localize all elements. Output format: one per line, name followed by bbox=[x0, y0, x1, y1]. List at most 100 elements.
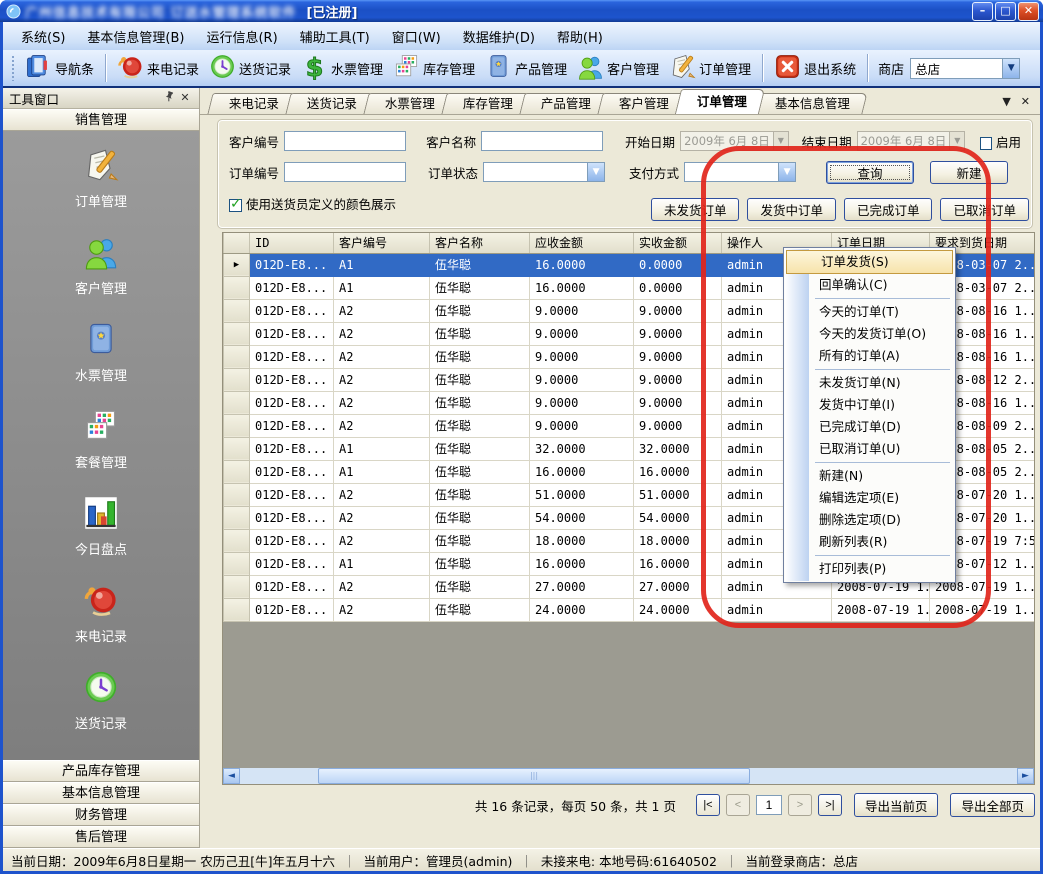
prev-page-button[interactable]: < bbox=[726, 794, 750, 816]
tab-送货记录[interactable]: 送货记录 bbox=[285, 93, 374, 114]
toolbar-separator bbox=[867, 54, 868, 82]
menu-item-0[interactable]: 系统(S) bbox=[11, 24, 75, 49]
tab-close-icon[interactable]: ✕ bbox=[1021, 95, 1030, 108]
column-header-ID[interactable]: ID bbox=[250, 233, 334, 253]
enable-checkbox[interactable] bbox=[980, 137, 992, 150]
filter-button-已完成订单[interactable]: 已完成订单 bbox=[844, 198, 933, 221]
sidebar-item-套餐管理[interactable]: 套餐管理 bbox=[3, 408, 199, 471]
context-menu-item-删除选定项(D)[interactable]: 删除选定项(D) bbox=[785, 509, 954, 531]
sidebar-item-今日盘点[interactable]: 今日盘点 bbox=[3, 495, 199, 558]
toolbar-button-退出系统[interactable]: 退出系统 bbox=[769, 51, 861, 86]
order-no-input[interactable] bbox=[284, 162, 406, 182]
first-page-button[interactable]: |< bbox=[696, 794, 720, 816]
query-button[interactable]: 查询 bbox=[826, 161, 914, 184]
next-page-button[interactable]: > bbox=[788, 794, 812, 816]
end-date-picker[interactable]: 2009年 6月 8日 ▼ bbox=[857, 131, 966, 151]
context-menu-item-新建(N)[interactable]: 新建(N) bbox=[785, 465, 954, 487]
new-button[interactable]: 新建 bbox=[930, 161, 1008, 184]
column-header-应收金额[interactable]: 应收金额 bbox=[530, 233, 634, 253]
toolbar-button-来电记录[interactable]: 来电记录 bbox=[112, 51, 204, 86]
close-button[interactable]: ✕ bbox=[1018, 2, 1039, 21]
customer-name-input[interactable] bbox=[481, 131, 603, 151]
sidebar-group-财务管理[interactable]: 财务管理 bbox=[3, 804, 199, 826]
start-date-picker[interactable]: 2009年 6月 8日 ▼ bbox=[680, 131, 789, 151]
context-menu-item-发货中订单(I)[interactable]: 发货中订单(I) bbox=[785, 394, 954, 416]
sidebar-item-label: 送货记录 bbox=[75, 713, 127, 732]
pin-icon[interactable] bbox=[161, 91, 177, 106]
sidebar-group-基本信息管理[interactable]: 基本信息管理 bbox=[3, 782, 199, 804]
toolbar-button-库存管理[interactable]: 库存管理 bbox=[388, 51, 480, 86]
context-menu-item-订单发货(S)[interactable]: 订单发货(S) bbox=[786, 250, 953, 274]
sidebar-item-订单管理[interactable]: 订单管理 bbox=[3, 147, 199, 210]
column-header-实收金额[interactable]: 实收金额 bbox=[634, 233, 722, 253]
customer-no-input[interactable] bbox=[284, 131, 406, 151]
sidebar-group-sales[interactable]: 销售管理 bbox=[3, 109, 199, 131]
tab-客户管理[interactable]: 客户管理 bbox=[597, 93, 686, 114]
context-menu-item-已完成订单(D)[interactable]: 已完成订单(D) bbox=[785, 416, 954, 438]
horizontal-scrollbar[interactable]: ◄ ► bbox=[223, 768, 1034, 784]
close-icon[interactable]: ✕ bbox=[177, 91, 193, 106]
cell-order_date: 2008-07-19 1... bbox=[832, 598, 930, 621]
tab-库存管理[interactable]: 库存管理 bbox=[441, 93, 530, 114]
export-all-pages-button[interactable]: 导出全部页 bbox=[950, 793, 1035, 817]
order-status-select[interactable]: ▼ bbox=[483, 162, 605, 182]
toolbar-button-水票管理[interactable]: $水票管理 bbox=[296, 51, 388, 86]
filter-button-已取消订单[interactable]: 已取消订单 bbox=[940, 198, 1029, 221]
table-row[interactable]: 012D-E8...A2伍华聪24.000024.0000admin2008-0… bbox=[224, 598, 1035, 621]
export-current-page-button[interactable]: 导出当前页 bbox=[854, 793, 939, 817]
filter-button-未发货订单[interactable]: 未发货订单 bbox=[651, 198, 740, 221]
tab-list-chevron-icon[interactable]: ▼ bbox=[1002, 95, 1010, 108]
context-menu-item-所有的订单(A)[interactable]: 所有的订单(A) bbox=[785, 345, 954, 367]
tab-水票管理[interactable]: 水票管理 bbox=[363, 93, 452, 114]
minimize-button[interactable]: – bbox=[972, 2, 993, 21]
cell-receivable: 9.0000 bbox=[530, 299, 634, 322]
context-menu-item-已取消订单(U)[interactable]: 已取消订单(U) bbox=[785, 438, 954, 460]
context-menu-item-回单确认(C)[interactable]: 回单确认(C) bbox=[785, 274, 954, 296]
menu-item-4[interactable]: 窗口(W) bbox=[382, 24, 451, 49]
sidebar-item-水票管理[interactable]: 水票管理 bbox=[3, 321, 199, 384]
chevron-down-icon[interactable]: ▼ bbox=[1002, 59, 1019, 78]
tab-产品管理[interactable]: 产品管理 bbox=[519, 93, 608, 114]
toolbar-button-送货记录[interactable]: 送货记录 bbox=[204, 51, 296, 86]
menu-item-1[interactable]: 基本信息管理(B) bbox=[77, 24, 194, 49]
last-page-button[interactable]: >| bbox=[818, 794, 842, 816]
toolbar-button-订单管理[interactable]: 订单管理 bbox=[664, 51, 756, 86]
context-menu-item-刷新列表(R)[interactable]: 刷新列表(R) bbox=[785, 531, 954, 553]
context-menu-item-今天的发货订单(O)[interactable]: 今天的发货订单(O) bbox=[785, 323, 954, 345]
cell-receivable: 9.0000 bbox=[530, 391, 634, 414]
context-menu-item-未发货订单(N)[interactable]: 未发货订单(N) bbox=[785, 372, 954, 394]
tab-来电记录[interactable]: 来电记录 bbox=[207, 93, 296, 114]
sidebar-item-送货记录[interactable]: 送货记录 bbox=[3, 669, 199, 732]
context-menu-item-打印列表(P)[interactable]: 打印列表(P) bbox=[785, 558, 954, 580]
menu-item-2[interactable]: 运行信息(R) bbox=[196, 24, 287, 49]
shop-combobox[interactable]: 总店 ▼ bbox=[910, 58, 1020, 79]
tab-订单管理[interactable]: 订单管理 bbox=[675, 89, 765, 114]
sidebar-group-售后管理[interactable]: 售后管理 bbox=[3, 826, 199, 848]
pay-method-select[interactable]: ▼ bbox=[684, 162, 796, 182]
scrollbar-thumb[interactable] bbox=[318, 768, 750, 784]
column-header-客户编号[interactable]: 客户编号 bbox=[334, 233, 430, 253]
toolbar-grip[interactable] bbox=[11, 55, 16, 81]
sidebar-item-客户管理[interactable]: 客户管理 bbox=[3, 234, 199, 297]
color-checkbox[interactable] bbox=[229, 199, 242, 212]
pay-method-label: 支付方式 bbox=[629, 163, 679, 182]
maximize-button[interactable]: □ bbox=[995, 2, 1016, 21]
toolbar-button-客户管理[interactable]: 客户管理 bbox=[572, 51, 664, 86]
menu-item-6[interactable]: 帮助(H) bbox=[547, 24, 613, 49]
context-menu-item-今天的订单(T)[interactable]: 今天的订单(T) bbox=[785, 301, 954, 323]
sidebar-group-产品库存管理[interactable]: 产品库存管理 bbox=[3, 760, 199, 782]
toolbar-button-产品管理[interactable]: 产品管理 bbox=[480, 51, 572, 86]
filter-button-发货中订单[interactable]: 发货中订单 bbox=[747, 198, 836, 221]
scroll-left-icon[interactable]: ◄ bbox=[223, 768, 240, 784]
tab-label: 产品管理 bbox=[541, 94, 591, 114]
tab-label: 送货记录 bbox=[307, 94, 357, 114]
column-header-客户名称[interactable]: 客户名称 bbox=[430, 233, 530, 253]
toolbar-button-导航条[interactable]: 导航条 bbox=[20, 51, 99, 86]
sidebar-item-来电记录[interactable]: 来电记录 bbox=[3, 582, 199, 645]
scroll-right-icon[interactable]: ► bbox=[1017, 768, 1034, 784]
page-number-input[interactable] bbox=[756, 795, 782, 815]
context-menu-item-编辑选定项(E)[interactable]: 编辑选定项(E) bbox=[785, 487, 954, 509]
menu-item-5[interactable]: 数据维护(D) bbox=[453, 24, 545, 49]
tab-基本信息管理[interactable]: 基本信息管理 bbox=[753, 93, 867, 114]
menu-item-3[interactable]: 辅助工具(T) bbox=[290, 24, 380, 49]
